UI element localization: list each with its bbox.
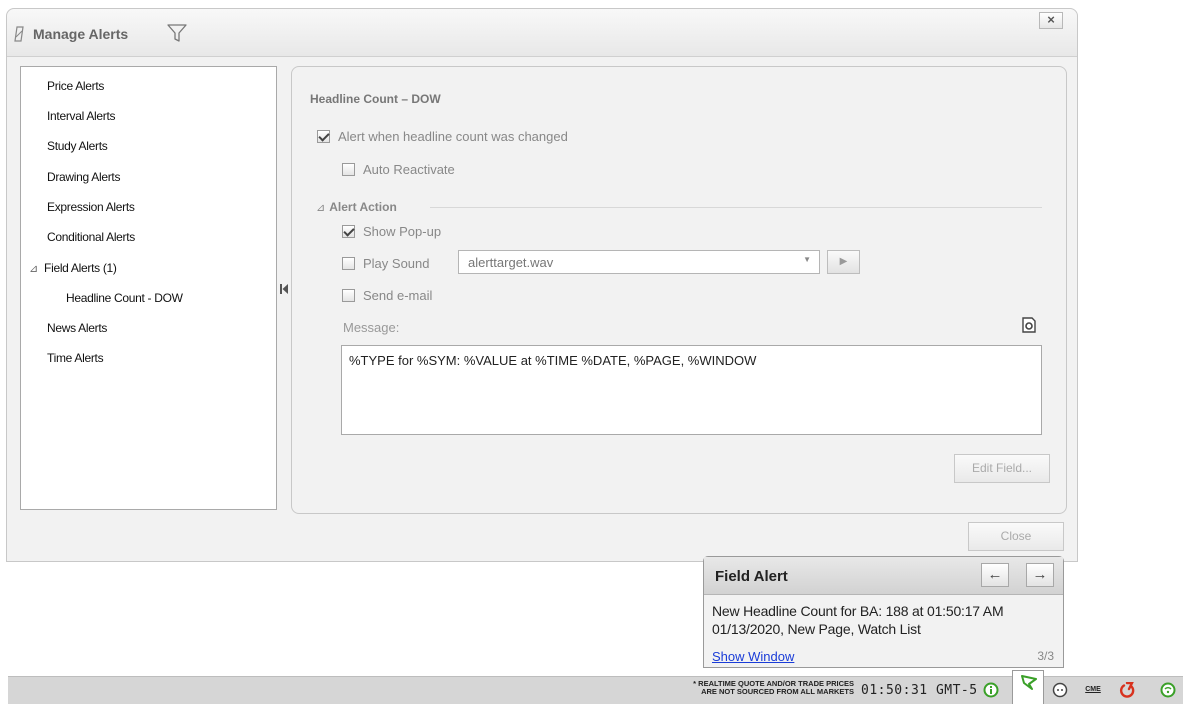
collapse-panel-icon[interactable] — [279, 283, 289, 295]
tree-item-time-alerts[interactable]: Time Alerts — [47, 351, 104, 365]
show-popup-row[interactable]: Show Pop-up — [342, 224, 441, 239]
collapse-triangle-icon[interactable]: ⊿ — [316, 201, 325, 214]
dialog-close-icon[interactable]: × — [1039, 12, 1063, 29]
popup-message: New Headline Count for BA: 188 at 01:50:… — [712, 603, 1004, 637]
tree-item-expression-alerts[interactable]: Expression Alerts — [47, 200, 135, 214]
tree-item-field-alerts[interactable]: ⊿ Field Alerts (1) — [29, 261, 117, 275]
dialog-titlebar[interactable]: Manage Alerts × — [7, 9, 1077, 57]
play-sound-label: Play Sound — [363, 256, 430, 271]
edit-field-button[interactable]: Edit Field... — [954, 454, 1050, 483]
dialog-title: Manage Alerts — [33, 26, 129, 42]
power-icon[interactable] — [1119, 682, 1135, 698]
auto-reactivate-checkbox[interactable] — [342, 163, 355, 176]
play-icon: ▶ — [839, 256, 848, 267]
alert-icon — [14, 26, 24, 42]
field-alert-popup: Field Alert ← → New Headline Count for B… — [703, 556, 1064, 668]
alert-when-changed-row[interactable]: Alert when headline count was changed — [317, 129, 568, 144]
tree-item-label: Field Alerts (1) — [44, 261, 117, 275]
alert-tree: Price Alerts Interval Alerts Study Alert… — [20, 66, 277, 510]
alert-detail-title: Headline Count – DOW — [310, 92, 441, 106]
send-email-checkbox[interactable] — [342, 289, 355, 302]
arrow-right-icon: → — [1032, 566, 1048, 583]
alerts-status-tab[interactable] — [1012, 670, 1044, 704]
clock: 01:50:31 GMT-5 — [861, 683, 978, 698]
tree-item-price-alerts[interactable]: Price Alerts — [47, 79, 104, 93]
show-popup-checkbox[interactable] — [342, 225, 355, 238]
message-label: Message: — [343, 320, 400, 335]
tree-item-headline-count-dow[interactable]: Headline Count - DOW — [66, 291, 183, 305]
manage-alerts-dialog: Manage Alerts × Price Alerts Interval Al… — [6, 8, 1078, 562]
info-icon[interactable] — [983, 682, 999, 698]
cme-icon[interactable]: CME — [1081, 685, 1105, 697]
section-divider — [430, 207, 1042, 208]
expand-triangle-icon[interactable]: ⊿ — [29, 262, 41, 275]
auto-reactivate-row[interactable]: Auto Reactivate — [342, 162, 455, 177]
wifi-status-icon[interactable] — [1160, 682, 1176, 698]
play-sound-row[interactable]: Play Sound — [342, 256, 430, 271]
realtime-disclaimer-line-2: ARE NOT SOURCED FROM ALL MARKETS — [701, 687, 854, 696]
tree-item-conditional-alerts[interactable]: Conditional Alerts — [47, 230, 135, 244]
insert-field-icon[interactable] — [1021, 317, 1037, 333]
sound-file-value: alerttarget.wav — [468, 255, 554, 270]
show-window-link[interactable]: Show Window — [712, 649, 794, 664]
filter-icon[interactable] — [167, 23, 187, 43]
connection-status-icon[interactable] — [1052, 682, 1068, 698]
alert-flag-icon — [1021, 675, 1037, 690]
tree-item-drawing-alerts[interactable]: Drawing Alerts — [47, 170, 120, 184]
sound-file-select[interactable]: alerttarget.wav ▼ — [458, 250, 820, 274]
alert-when-changed-label: Alert when headline count was changed — [338, 129, 568, 144]
previous-alert-button[interactable]: ← — [981, 563, 1009, 587]
alert-counter: 3/3 — [1037, 649, 1054, 663]
play-sound-checkbox[interactable] — [342, 257, 355, 270]
realtime-disclaimer: * REALTIME QUOTE AND/OR TRADE PRICES ARE… — [650, 680, 854, 696]
alert-detail-panel: Headline Count – DOW Alert when headline… — [291, 66, 1067, 514]
play-sound-button[interactable]: ▶ — [827, 250, 860, 274]
next-alert-button[interactable]: → — [1026, 563, 1054, 587]
popup-header: Field Alert ← → — [704, 557, 1063, 595]
tree-item-interval-alerts[interactable]: Interval Alerts — [47, 109, 116, 123]
alert-when-changed-checkbox[interactable] — [317, 130, 330, 143]
send-email-row[interactable]: Send e-mail — [342, 288, 432, 303]
arrow-left-icon: ← — [987, 566, 1003, 583]
dropdown-caret-icon: ▼ — [803, 255, 811, 264]
status-bar: * REALTIME QUOTE AND/OR TRADE PRICES ARE… — [8, 676, 1183, 704]
auto-reactivate-label: Auto Reactivate — [363, 162, 455, 177]
send-email-label: Send e-mail — [363, 288, 433, 303]
show-popup-label: Show Pop-up — [363, 224, 442, 239]
alert-action-label: Alert Action — [329, 200, 397, 214]
message-textarea[interactable]: %TYPE for %SYM: %VALUE at %TIME %DATE, %… — [341, 345, 1042, 435]
popup-title: Field Alert — [715, 568, 788, 585]
close-button[interactable]: Close — [968, 522, 1064, 551]
alert-action-header[interactable]: ⊿ Alert Action — [316, 200, 397, 214]
tree-item-study-alerts[interactable]: Study Alerts — [47, 139, 108, 153]
tree-item-news-alerts[interactable]: News Alerts — [47, 321, 107, 335]
